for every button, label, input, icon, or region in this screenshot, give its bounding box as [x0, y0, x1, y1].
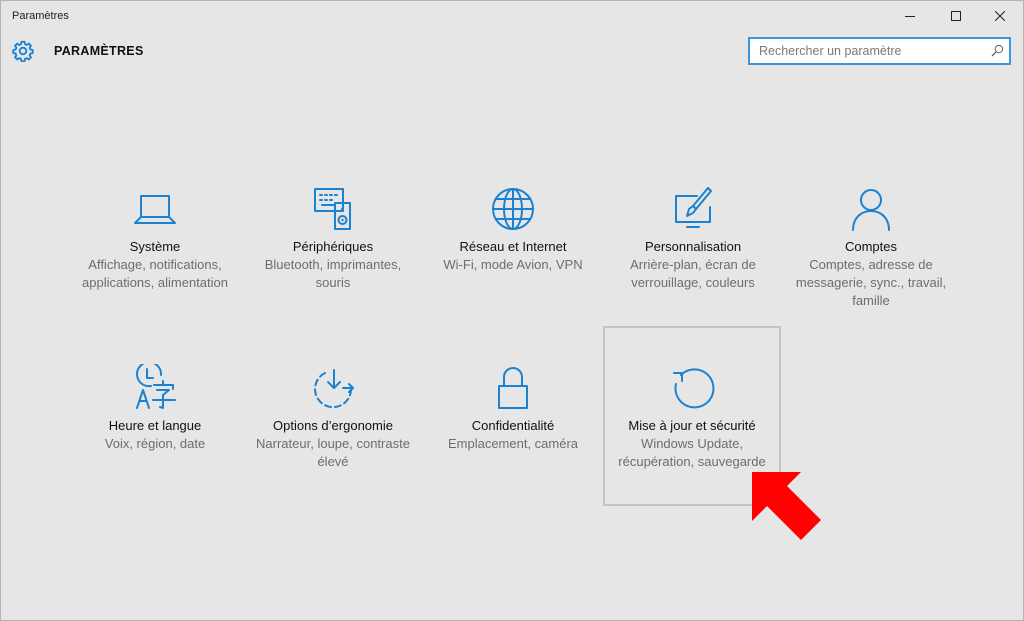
tile-label: Réseau et Internet — [459, 239, 567, 254]
tile-description: Comptes, adresse de messagerie, sync., t… — [795, 257, 947, 308]
tile-description: Windows Update, récupération, sauvegarde — [618, 436, 766, 469]
minimize-icon — [905, 16, 915, 17]
laptop-icon — [134, 195, 176, 224]
tile-description: Narrateur, loupe, contraste élevé — [256, 436, 410, 469]
settings-window: Paramètres PARAMÈTRES Système Affich — [0, 0, 1024, 621]
accessibility-timer-icon — [314, 369, 354, 409]
paintbrush-monitor-icon — [675, 187, 712, 228]
tile-description: Wi-Fi, mode Avion, VPN — [443, 257, 583, 272]
window-title: Paramètres — [12, 10, 69, 22]
title-bar: Paramètres — [1, 1, 1023, 31]
tile-peripheriques[interactable]: Périphériques Bluetooth, imprimantes, so… — [244, 181, 422, 359]
tile-description: Emplacement, caméra — [447, 436, 579, 451]
tile-label: Personnalisation — [644, 239, 742, 254]
search-icon[interactable] — [991, 44, 1004, 57]
tile-label: Mise à jour et sécurité — [628, 418, 756, 433]
search-input[interactable] — [750, 39, 980, 63]
globe-icon — [492, 188, 534, 230]
tile-systeme[interactable]: Système Affichage, notifications, applic… — [66, 181, 244, 359]
tile-label: Comptes — [844, 239, 898, 254]
tile-description: Bluetooth, imprimantes, souris — [264, 257, 402, 290]
clock-language-icon — [136, 364, 176, 409]
tile-reseau[interactable]: Réseau et Internet Wi-Fi, mode Avion, VP… — [424, 181, 602, 359]
red-arrow-icon — [752, 472, 821, 540]
tile-ergonomie[interactable]: Options d’ergonomie Narrateur, loupe, co… — [244, 360, 422, 538]
tile-comptes[interactable]: Comptes Comptes, adresse de messagerie, … — [782, 181, 960, 359]
tile-description: Arrière-plan, écran de verrouillage, cou… — [630, 257, 756, 290]
close-icon — [995, 11, 1005, 21]
padlock-icon — [498, 367, 528, 409]
tile-description: Voix, région, date — [104, 436, 206, 451]
tile-label: Heure et langue — [108, 418, 202, 433]
tile-label: Confidentialité — [471, 418, 555, 433]
tile-description: Affichage, notifications, applications, … — [82, 257, 228, 290]
tile-label: Options d’ergonomie — [273, 418, 393, 433]
maximize-button[interactable] — [933, 1, 979, 31]
gear-icon — [12, 40, 34, 62]
tile-heure-langue[interactable]: Heure et langue Voix, région, date — [66, 360, 244, 538]
maximize-icon — [951, 11, 961, 21]
keyboard-speaker-icon — [314, 188, 351, 230]
tile-confidentialite[interactable]: Confidentialité Emplacement, caméra — [424, 360, 602, 538]
refresh-icon — [673, 368, 715, 409]
page-title: PARAMÈTRES — [54, 44, 144, 58]
close-button[interactable] — [977, 1, 1023, 31]
minimize-button[interactable] — [887, 1, 933, 31]
tile-label: Système — [129, 239, 181, 254]
tile-label: Périphériques — [292, 239, 374, 254]
search-box[interactable] — [748, 37, 1011, 65]
person-icon — [852, 189, 890, 231]
